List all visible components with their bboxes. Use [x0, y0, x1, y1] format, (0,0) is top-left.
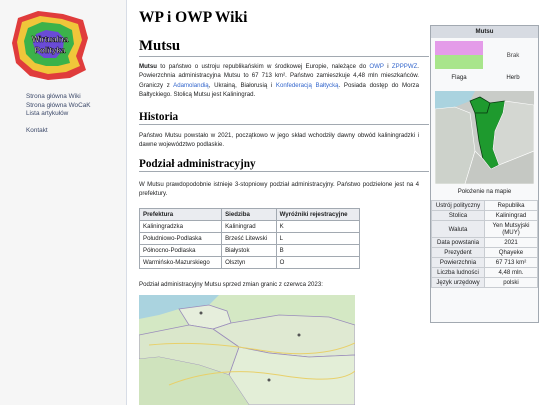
infobox-value: Qhayeke: [484, 247, 538, 258]
nav-item-main-wiki[interactable]: Strona główna Wiki: [26, 93, 91, 102]
table-cell: O: [275, 256, 361, 269]
infobox-row: Waluta Yen Mutsyjski (MUY): [431, 220, 538, 238]
infobox: Mutsu Brak Flaga Herb Położenie na mapie…: [430, 25, 539, 323]
coat-caption: Herb: [506, 74, 520, 81]
infobox-value: 2021: [484, 237, 538, 248]
flag-stripe-top: [435, 41, 483, 55]
infobox-row: Powierzchnia 67 713 km²: [431, 257, 538, 268]
table-row: Północno-Podlaska Białystok B: [138, 244, 361, 257]
table-cell: Olsztyn: [221, 256, 277, 269]
infobox-row: Język urzędowy polski: [431, 277, 538, 288]
table-cell: Warmińsko-Mazurskiego: [138, 256, 223, 269]
table-row: Południowo-Podlaska Brześć Litewski L: [138, 232, 361, 245]
infobox-value: 4,48 mln.: [484, 267, 538, 278]
infobox-facts: Ustrój polityczny Republika Stolica Kalini…: [431, 200, 538, 288]
table-cell: Brześć Litewski: [221, 232, 277, 245]
infobox-row: Data powstania 2021: [431, 237, 538, 248]
logo-text-line2: Polityka: [35, 46, 66, 55]
site-title: WP i OWP Wiki: [139, 9, 248, 26]
table-cell: Południowo-Podlaska: [138, 232, 223, 245]
infobox-key: Prezydent: [431, 247, 485, 258]
table-header-row: Prefektura Siedziba Wyróżniki rejestracy…: [138, 208, 361, 221]
infobox-row: Stolica Kaliningrad: [431, 210, 538, 221]
history-heading: Historia: [139, 111, 179, 123]
infobox-key: Data powstania: [431, 237, 485, 248]
table-header: Wyróżniki rejestracyjne: [275, 208, 361, 221]
nav-item-main-wocak[interactable]: Strona główna WoCaK: [26, 102, 91, 111]
nav-item-contact[interactable]: Kontakt: [26, 127, 91, 136]
infobox-value: polski: [484, 277, 538, 288]
sidebar-nav: Strona główna Wiki Strona główna WoCaK L…: [26, 93, 91, 135]
infobox-key: Język urzędowy: [431, 277, 485, 288]
infobox-row: Ustrój polityczny Republika: [431, 200, 538, 211]
administrative-map-image: [139, 295, 355, 405]
infobox-key: Waluta: [431, 220, 485, 238]
admin-divider: [139, 171, 429, 172]
table-cell: B: [275, 244, 361, 257]
history-paragraph: Państwo Mutsu powstało w 2021, początkow…: [139, 132, 419, 149]
location-map-caption: Położenie na mapie: [457, 188, 512, 195]
admin-paragraph: W Mutsu prawdopodobnie istnieje 3-stopni…: [139, 181, 419, 198]
infobox-title: Mutsu: [431, 26, 538, 38]
intro-paragraph: Mutsu to państwo o ustroju republikański…: [139, 63, 419, 99]
site-logo[interactable]: Wirtualna Polityka: [8, 8, 92, 84]
sidebar: Wirtualna Polityka Strona główna Wiki St…: [0, 0, 135, 405]
infobox-value: Yen Mutsyjski (MUY): [484, 220, 538, 238]
link-owp[interactable]: OWP: [369, 63, 383, 70]
table-header: Siedziba: [221, 208, 277, 221]
table-cell: Północno-Podlaska: [138, 244, 223, 257]
location-map-image: [435, 91, 534, 184]
table-cell: Kaliningradzka: [138, 220, 223, 233]
flag-image[interactable]: [435, 41, 483, 69]
page-title: Mutsu: [139, 38, 181, 54]
infobox-key: Ustrój polityczny: [431, 200, 485, 211]
history-divider: [139, 124, 429, 125]
infobox-value: Republika: [484, 200, 538, 211]
infobox-row: Liczba ludności 4,48 mln.: [431, 267, 538, 278]
link-zpppwz[interactable]: ZPPPWZ: [392, 63, 417, 70]
table-row: Warmińsko-Mazurskiego Olsztyn O: [138, 256, 361, 269]
table-cell: L: [275, 232, 361, 245]
title-divider: [139, 56, 429, 57]
infobox-key: Stolica: [431, 210, 485, 221]
link-adamolandia[interactable]: Adamolandią: [173, 82, 209, 89]
infobox-value: 67 713 km²: [484, 257, 538, 268]
infobox-key: Liczba ludności: [431, 267, 485, 278]
administrative-map[interactable]: [139, 295, 355, 405]
logo-text-line1: Wirtualna: [32, 35, 69, 44]
link-konfederacja-baltycka[interactable]: Konfederacją Bałtycką: [276, 82, 339, 89]
table-cell: Kaliningrad: [221, 220, 277, 233]
flag-stripe-bottom: [435, 55, 483, 69]
table-header: Prefektura: [138, 208, 223, 221]
nav-item-article-list[interactable]: Lista artykułów: [26, 110, 91, 119]
infobox-key: Powierzchnia: [431, 257, 485, 268]
admin-heading: Podział administracyjny: [139, 158, 256, 170]
table-row: Kaliningradzka Kaliningrad K: [138, 220, 361, 233]
coat-of-arms-placeholder: Brak: [506, 52, 520, 59]
table-cell: K: [275, 220, 361, 233]
map-caption: Podział administracyjny Mutsu sprzed zmi…: [139, 281, 323, 288]
location-map[interactable]: [435, 91, 534, 184]
table-cell: Białystok: [221, 244, 277, 257]
intro-bold-name: Mutsu: [139, 63, 157, 70]
prefecture-table: Prefektura Siedziba Wyróżniki rejestracy…: [138, 208, 361, 269]
infobox-value: Kaliningrad: [484, 210, 538, 221]
flag-caption: Flaga: [451, 74, 467, 81]
infobox-row: Prezydent Qhayeke: [431, 247, 538, 258]
